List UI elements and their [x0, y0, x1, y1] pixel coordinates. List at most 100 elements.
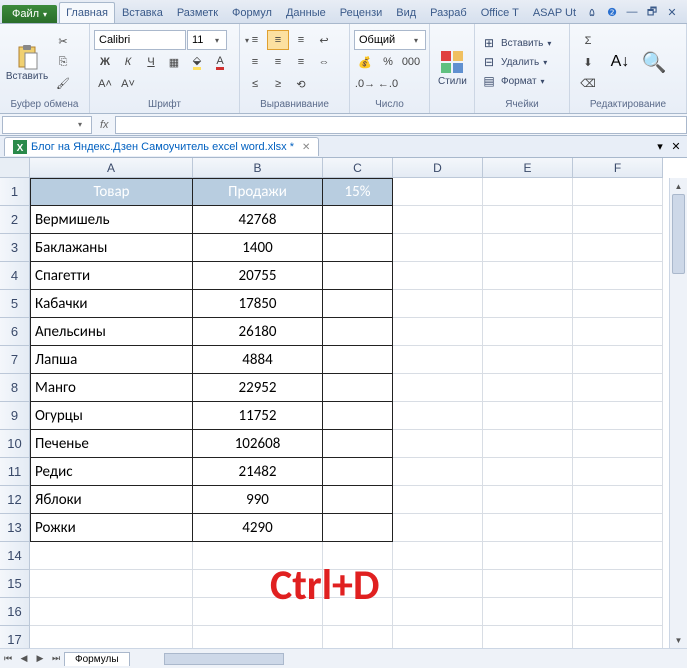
row-header[interactable]: 9	[0, 402, 30, 430]
cell[interactable]	[483, 206, 573, 234]
document-tab[interactable]: X Блог на Яндекс.Дзен Самоучитель excel …	[4, 137, 319, 156]
cell[interactable]	[393, 346, 483, 374]
row-header[interactable]: 2	[0, 206, 30, 234]
align-center-button[interactable]: ≡	[267, 52, 289, 72]
cell[interactable]: Огурцы	[30, 402, 193, 430]
tab-developer[interactable]: Разраб	[423, 2, 474, 23]
increase-decimal-button[interactable]: .0→	[354, 74, 376, 94]
cell[interactable]	[483, 318, 573, 346]
cell[interactable]	[573, 262, 663, 290]
row-header[interactable]: 13	[0, 514, 30, 542]
row-header[interactable]: 10	[0, 430, 30, 458]
cell[interactable]	[573, 206, 663, 234]
tab-layout[interactable]: Разметк	[170, 2, 225, 23]
cell[interactable]	[393, 234, 483, 262]
cell[interactable]	[573, 234, 663, 262]
cell[interactable]	[573, 598, 663, 626]
tab-asap[interactable]: ASAP Ut	[526, 2, 583, 23]
cell[interactable]	[573, 570, 663, 598]
cell[interactable]	[393, 626, 483, 648]
cell[interactable]	[573, 346, 663, 374]
tab-home[interactable]: Главная	[59, 2, 115, 23]
cell[interactable]: 42768	[193, 206, 323, 234]
sheet-next-icon[interactable]: ▶	[32, 653, 48, 664]
cell[interactable]	[323, 486, 393, 514]
name-box[interactable]: ▾	[2, 116, 92, 134]
number-format-combo[interactable]: ▾	[354, 30, 426, 50]
select-all-corner[interactable]	[0, 158, 30, 178]
cell[interactable]	[483, 598, 573, 626]
merge-button[interactable]: ⇔	[313, 52, 335, 72]
sheet-last-icon[interactable]: ⏭	[48, 653, 64, 664]
cell[interactable]	[483, 234, 573, 262]
cell[interactable]	[483, 430, 573, 458]
scroll-up-icon[interactable]: ▲	[670, 178, 687, 194]
cell[interactable]	[193, 542, 323, 570]
row-header[interactable]: 8	[0, 374, 30, 402]
row-header[interactable]: 6	[0, 318, 30, 346]
cell[interactable]: 4884	[193, 346, 323, 374]
cell[interactable]	[193, 598, 323, 626]
cell[interactable]	[323, 430, 393, 458]
column-header-f[interactable]: F	[573, 158, 663, 178]
minimize-ribbon-icon[interactable]: ۵	[585, 5, 599, 19]
cell[interactable]	[483, 262, 573, 290]
scroll-thumb[interactable]	[672, 194, 685, 274]
italic-button[interactable]: К	[117, 52, 139, 72]
scroll-down-icon[interactable]: ▼	[670, 632, 687, 648]
cell[interactable]	[393, 262, 483, 290]
cell[interactable]	[573, 402, 663, 430]
format-cells-button[interactable]: ▤Формат▾	[479, 72, 553, 90]
sheet-first-icon[interactable]: ⏮	[0, 653, 16, 664]
cell[interactable]	[30, 570, 193, 598]
cell[interactable]	[323, 318, 393, 346]
cell[interactable]: 21482	[193, 458, 323, 486]
cell[interactable]	[483, 346, 573, 374]
cell[interactable]	[393, 178, 483, 206]
align-left-button[interactable]: ≡	[244, 52, 266, 72]
cell[interactable]	[30, 542, 193, 570]
cell[interactable]	[393, 206, 483, 234]
cell[interactable]	[573, 486, 663, 514]
cut-button[interactable]: ✂	[52, 31, 74, 51]
cell[interactable]	[323, 458, 393, 486]
row-header[interactable]: 12	[0, 486, 30, 514]
paste-button[interactable]: Вставить	[4, 26, 50, 98]
row-header[interactable]: 14	[0, 542, 30, 570]
chevron-down-icon[interactable]: ▾	[210, 36, 224, 45]
cell[interactable]: Лапша	[30, 346, 193, 374]
border-button[interactable]: ▦	[163, 52, 185, 72]
tab-insert[interactable]: Вставка	[115, 2, 170, 23]
align-right-button[interactable]: ≡	[290, 52, 312, 72]
cell[interactable]	[483, 542, 573, 570]
row-header[interactable]: 4	[0, 262, 30, 290]
font-color-button[interactable]: A	[209, 52, 231, 72]
cell[interactable]	[483, 290, 573, 318]
cell[interactable]	[393, 458, 483, 486]
cell[interactable]: 20755	[193, 262, 323, 290]
chevron-down-icon[interactable]: ▾	[409, 36, 423, 45]
sheet-tab[interactable]: Формулы	[64, 652, 130, 666]
align-bottom-button[interactable]: ≡	[290, 30, 312, 50]
font-name-combo[interactable]: ▾	[94, 30, 186, 50]
file-tab[interactable]: Файл	[2, 5, 57, 23]
column-header-a[interactable]: A	[30, 158, 193, 178]
cell[interactable]: Манго	[30, 374, 193, 402]
sort-filter-button[interactable]: A↓	[604, 26, 636, 98]
formula-input[interactable]	[115, 116, 687, 134]
cell[interactable]	[30, 598, 193, 626]
cell[interactable]: 102608	[193, 430, 323, 458]
row-header[interactable]: 17	[0, 626, 30, 648]
cell[interactable]	[393, 514, 483, 542]
cell[interactable]	[573, 458, 663, 486]
row-header[interactable]: 5	[0, 290, 30, 318]
increase-font-button[interactable]: A˄	[94, 74, 116, 94]
cell[interactable]	[323, 234, 393, 262]
cell[interactable]	[393, 290, 483, 318]
vertical-scrollbar[interactable]: ▲ ▼	[669, 178, 687, 648]
cell[interactable]: Рожки	[30, 514, 193, 542]
fill-button[interactable]: ⬇	[574, 52, 602, 72]
align-middle-button[interactable]: ≡	[267, 30, 289, 50]
copy-button[interactable]: ⎘	[52, 52, 74, 72]
cell[interactable]	[393, 486, 483, 514]
